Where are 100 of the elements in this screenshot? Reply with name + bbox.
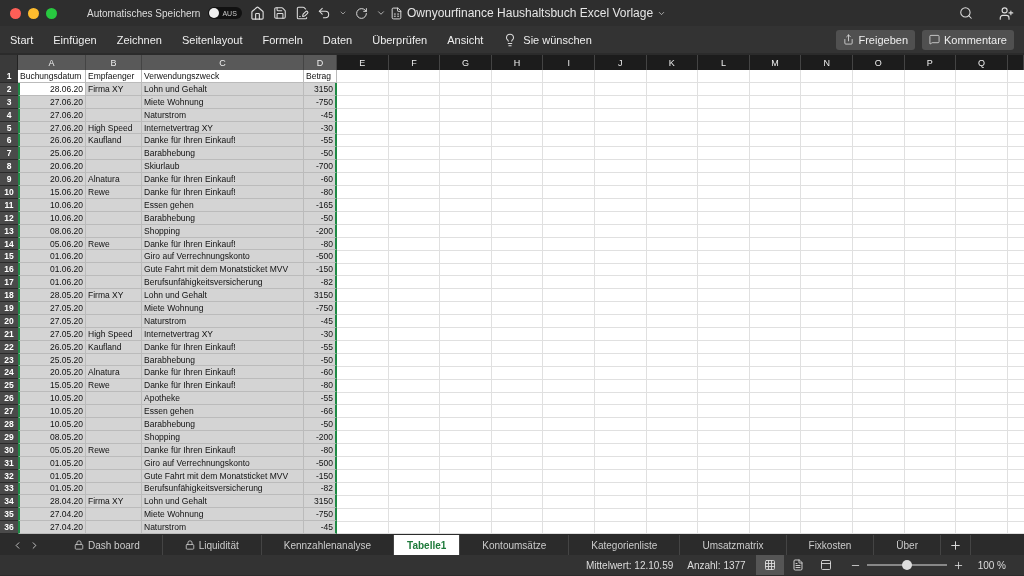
table-cell: -80 — [304, 186, 337, 199]
table-cell: Lohn und Gehalt — [142, 289, 304, 303]
row-header[interactable]: 26 — [0, 392, 18, 406]
row-header[interactable]: 7 — [0, 147, 18, 161]
plus-icon — [949, 538, 962, 552]
column-header[interactable]: A — [18, 55, 86, 70]
table-cell — [86, 147, 142, 161]
table-cell: -66 — [304, 405, 337, 419]
column-header[interactable]: P — [904, 55, 957, 70]
table-cell: 15.05.20 — [18, 379, 86, 393]
ribbon-tab[interactable]: Start — [10, 33, 34, 46]
row-header[interactable]: 36 — [0, 521, 18, 535]
row-header[interactable]: 27 — [0, 405, 18, 419]
ribbon-tab[interactable]: Einfügen — [53, 33, 97, 46]
ribbon-tab[interactable]: Ansicht — [447, 33, 484, 46]
comment-icon — [929, 34, 940, 45]
table-cell: -50 — [304, 147, 337, 161]
row-header[interactable]: 16 — [0, 263, 18, 277]
table-cell: -45 — [304, 521, 337, 535]
caret-icon[interactable] — [338, 9, 347, 17]
column-header[interactable]: L — [698, 55, 750, 70]
minimize-button[interactable] — [28, 7, 39, 19]
column-header[interactable]: J — [594, 55, 647, 70]
column-header[interactable]: H — [491, 55, 544, 70]
tell-me-field[interactable]: Sie wünschen — [523, 33, 592, 46]
save-icon[interactable] — [272, 6, 287, 20]
page-break-icon — [819, 559, 832, 572]
maximize-button[interactable] — [46, 7, 57, 19]
table-cell: 20.05.20 — [18, 366, 86, 380]
table-cell: Danke für Ihren Einkauf! — [142, 173, 304, 186]
column-header[interactable]: E — [337, 55, 389, 70]
row-header[interactable]: 8 — [0, 160, 18, 174]
view-button[interactable] — [755, 555, 784, 576]
person-icon[interactable] — [999, 5, 1014, 21]
window-title: Ownyourfinance Haushaltsbuch Excel Vorlage — [407, 6, 654, 20]
table-cell — [86, 263, 142, 277]
table-cell: Barabhebung — [142, 418, 304, 431]
table-cell: -50 — [304, 418, 337, 431]
column-header[interactable]: I — [543, 55, 595, 70]
more-icon[interactable] — [375, 8, 386, 18]
slider-thumb[interactable] — [901, 560, 912, 571]
table-cell: Berufsunfähigkeitsversicherung — [142, 276, 304, 290]
ribbon-tab[interactable]: Formeln — [262, 33, 303, 46]
row-header[interactable]: 17 — [0, 276, 18, 290]
row-header[interactable]: 6 — [0, 134, 18, 148]
autosave-label: Automatisches Speichern — [87, 7, 201, 19]
table-cell: Empfaenger — [86, 70, 142, 83]
undo-icon[interactable] — [316, 6, 331, 20]
column-header[interactable]: N — [801, 55, 853, 70]
table-cell: 20.06.20 — [18, 173, 86, 186]
row-header[interactable]: 1 — [0, 70, 18, 83]
edit-icon[interactable] — [294, 6, 309, 20]
table-cell: -60 — [304, 173, 337, 186]
table-cell: 10.05.20 — [18, 405, 86, 419]
column-header[interactable]: D — [304, 55, 337, 70]
zoom-in-icon[interactable] — [952, 559, 964, 571]
table-cell: -82 — [304, 276, 337, 290]
row-header[interactable]: 35 — [0, 508, 18, 522]
table-cell: 3150 — [304, 289, 337, 303]
row-header[interactable]: 25 — [0, 379, 18, 393]
column-header[interactable]: O — [852, 55, 905, 70]
table-cell — [86, 160, 142, 174]
table-cell — [86, 418, 142, 431]
row-header[interactable]: 19 — [0, 302, 18, 315]
column-header[interactable]: K — [646, 55, 699, 70]
column-header[interactable]: F — [388, 55, 441, 70]
column-header[interactable]: Q — [956, 55, 1008, 70]
table-cell: Apotheke — [142, 392, 304, 406]
table-cell: Firma XY — [86, 495, 142, 509]
ribbon-tab[interactable]: Seitenlayout — [181, 33, 243, 46]
table-cell: Verwendungszweck — [142, 70, 304, 83]
table-cell — [86, 508, 142, 522]
table-cell — [86, 405, 142, 419]
column-header[interactable]: C — [142, 55, 304, 70]
search-icon[interactable] — [959, 6, 973, 20]
lock-icon — [184, 540, 195, 551]
row-header[interactable]: 28 — [0, 418, 18, 431]
row-header[interactable]: 24 — [0, 366, 18, 380]
column-header[interactable]: B — [86, 55, 142, 70]
row-header[interactable]: 10 — [0, 186, 18, 199]
comments-button[interactable]: Kommentare — [922, 29, 1014, 50]
table-cell: Alnatura — [86, 366, 142, 380]
row-header[interactable]: 9 — [0, 173, 18, 186]
row-header[interactable]: 18 — [0, 289, 18, 303]
close-button[interactable] — [10, 7, 21, 19]
ribbon-tab[interactable]: Überprüfen — [372, 33, 428, 46]
row-header[interactable]: 15 — [0, 250, 18, 264]
table-cell: -80 — [304, 379, 337, 393]
redo-icon[interactable] — [354, 6, 368, 20]
home-icon[interactable] — [249, 5, 265, 21]
column-header[interactable]: M — [749, 55, 802, 70]
ribbon-tab[interactable]: Daten — [322, 33, 353, 46]
sheet-tab[interactable]: Tabelle1 — [394, 535, 461, 556]
table-cell: Naturstrom — [142, 521, 304, 535]
ribbon-tab[interactable]: Zeichnen — [116, 33, 162, 46]
column-header[interactable]: G — [440, 55, 492, 70]
share-button[interactable]: Freigeben — [836, 29, 915, 50]
row-header[interactable]: 34 — [0, 495, 18, 509]
table-cell: 01.06.20 — [18, 250, 86, 264]
grid-icon — [763, 559, 776, 572]
